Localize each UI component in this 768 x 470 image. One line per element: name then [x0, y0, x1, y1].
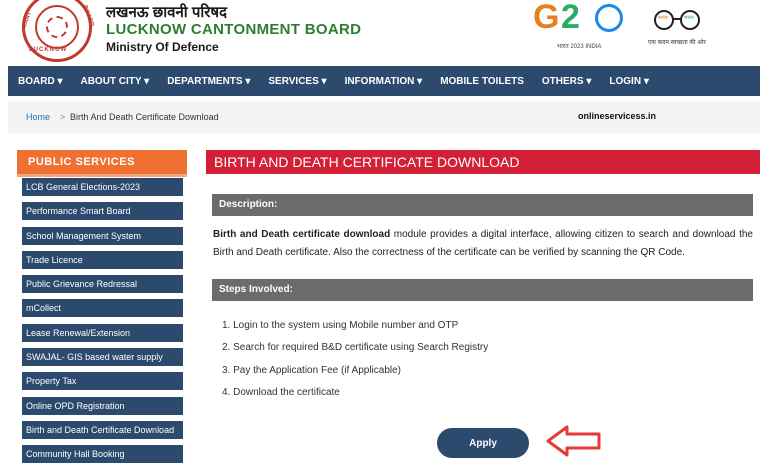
sidebar-item-smart-board[interactable]: Performance Smart Board — [22, 202, 183, 221]
step-item: 3. Pay the Application Fee (if Applicabl… — [222, 364, 401, 376]
sidebar-item-mcollect[interactable]: mCollect — [22, 299, 183, 318]
g20-logo-icon: G 2 भारत 2023 INDIA — [533, 0, 633, 52]
step-item: 4. Download the certificate — [222, 387, 340, 399]
steps-heading: Steps Involved: — [212, 279, 753, 301]
main-nav: BOARD ▾ ABOUT CITY ▾ DEPARTMENTS ▾ SERVI… — [8, 66, 760, 96]
nav-information[interactable]: INFORMATION ▾ — [345, 76, 423, 87]
description-bold-text: Birth and Death certificate download — [213, 229, 391, 240]
description-heading: Description: — [212, 194, 753, 216]
g20-subtitle: भारत 2023 INDIA — [557, 44, 602, 50]
cantonment-emblem-icon[interactable]: CANT BOARD LUCKNOW — [21, 0, 95, 62]
g20-two-glyph: 2 — [561, 0, 580, 36]
hindi-org-name: लखनऊ छावनी परिषद — [106, 4, 228, 21]
swachh-tagline: एक कदम स्वच्छता की ओर — [648, 40, 706, 46]
apply-button[interactable]: Apply — [437, 428, 529, 458]
emblem-text-cant: CANT — [21, 11, 34, 29]
step-item: 1. Login to the system using Mobile numb… — [222, 320, 459, 331]
emblem-chakra — [46, 16, 68, 38]
sidebar-menu: LCB General Elections-2023 Performance S… — [22, 178, 183, 470]
description-text: Birth and Death certificate download mod… — [213, 226, 753, 262]
sidebar-item-opd-registration[interactable]: Online OPD Registration — [22, 396, 183, 415]
nav-services[interactable]: SERVICES ▾ — [268, 76, 326, 87]
sidebar-item-community-hall[interactable]: Community Hall Booking — [22, 445, 183, 464]
nav-departments[interactable]: DEPARTMENTS ▾ — [167, 76, 250, 87]
nav-about-city[interactable]: ABOUT CITY ▾ — [80, 76, 149, 87]
steps-list: 1. Login to the system using Mobile numb… — [222, 320, 488, 410]
org-name: LUCKNOW CANTONMENT BOARD — [106, 21, 362, 38]
sidebar-item-trade-licence[interactable]: Trade Licence — [22, 250, 183, 269]
site-header: CANT BOARD LUCKNOW लखनऊ छावनी परिषद LUCK… — [0, 0, 768, 64]
swachh-left-text: स्वच्छ — [658, 15, 669, 21]
sidebar-item-swajal[interactable]: SWAJAL- GIS based water supply — [22, 348, 183, 367]
g20-g-glyph: G — [533, 0, 560, 36]
left-arrow-icon — [546, 425, 601, 457]
step-item: 2. Search for required B&D certificate u… — [222, 342, 489, 354]
breadcrumb-home-link[interactable]: Home — [26, 112, 50, 122]
sidebar-heading: PUBLIC SERVICES — [17, 150, 187, 177]
breadcrumb-separator: > — [60, 112, 66, 122]
swachh-right-text: भारत — [684, 15, 694, 21]
swachh-bharat-glasses-icon: स्वच्छ भारत एक कदम स्वच्छता की ओर — [648, 6, 710, 50]
sidebar-item-school-management[interactable]: School Management System — [22, 226, 183, 245]
ministry-name: Ministry Of Defence — [106, 40, 219, 54]
nav-login[interactable]: LOGIN ▾ — [609, 76, 648, 87]
nav-board[interactable]: BOARD ▾ — [18, 76, 62, 87]
breadcrumb-current: Birth And Death Certificate Download — [70, 112, 219, 122]
sidebar-item-property-tax[interactable]: Property Tax — [22, 372, 183, 391]
breadcrumb: Home > Birth And Death Certificate Downl… — [8, 101, 760, 133]
emblem-text-board: BOARD — [81, 4, 95, 28]
nav-others[interactable]: OTHERS ▾ — [542, 76, 591, 87]
g20-globe-icon — [595, 4, 623, 32]
site-watermark-text: onlineservicess.in — [578, 111, 657, 121]
sidebar-item-birth-death[interactable]: Birth and Death Certificate Download — [22, 420, 183, 439]
sidebar-item-lcb-elections[interactable]: LCB General Elections-2023 — [22, 178, 183, 196]
sidebar-item-grievance[interactable]: Public Grievance Redressal — [22, 275, 183, 294]
emblem-text-lucknow: LUCKNOW — [29, 47, 68, 53]
sidebar-item-lease-renewal[interactable]: Lease Renewal/Extension — [22, 323, 183, 342]
nav-mobile-toilets[interactable]: MOBILE TOILETS — [440, 76, 524, 87]
page-title: BIRTH AND DEATH CERTIFICATE DOWNLOAD — [206, 150, 760, 174]
